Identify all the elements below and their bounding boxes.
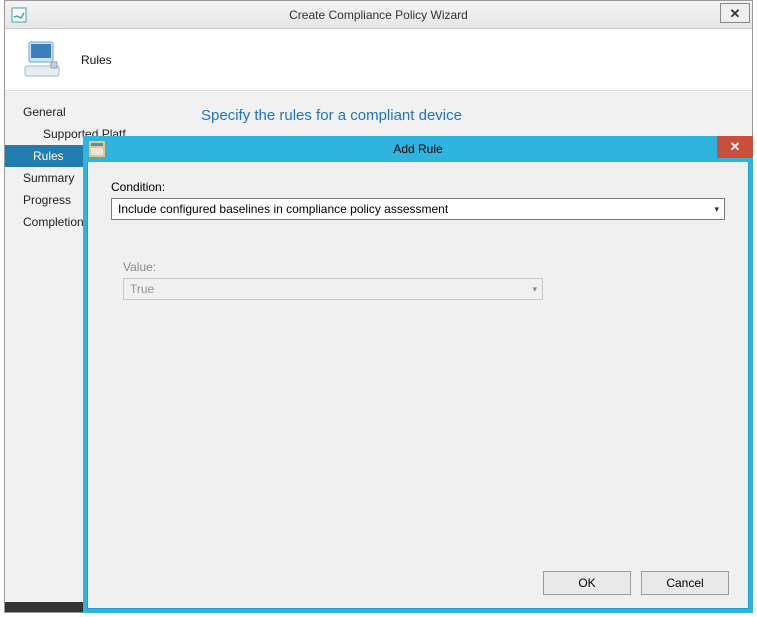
- dialog-button-row: OK Cancel: [543, 571, 729, 595]
- sidebar-item-label: Progress: [23, 193, 71, 207]
- wizard-title-icon: [11, 7, 27, 23]
- close-icon: ✕: [730, 7, 741, 20]
- computer-icon: [21, 36, 69, 84]
- sidebar-item-label: Summary: [23, 171, 74, 185]
- dialog-titlebar[interactable]: Add Rule ✕: [83, 136, 753, 162]
- condition-select[interactable]: Include configured baselines in complian…: [111, 198, 725, 220]
- dialog-title: Add Rule: [393, 142, 442, 156]
- value-block: Value: True ▾: [123, 260, 725, 300]
- cancel-button[interactable]: Cancel: [641, 571, 729, 595]
- value-label: Value:: [123, 260, 725, 274]
- wizard-close-button[interactable]: ✕: [720, 3, 750, 23]
- button-label: Cancel: [666, 576, 703, 590]
- sidebar-item-label: General: [23, 105, 66, 119]
- page-heading: Specify the rules for a compliant device: [201, 107, 732, 124]
- sidebar-item-label: Rules: [33, 149, 64, 163]
- add-rule-dialog: Add Rule ✕ Condition: Include configured…: [83, 136, 753, 613]
- sidebar-item-general[interactable]: General: [5, 101, 181, 123]
- wizard-titlebar[interactable]: Create Compliance Policy Wizard ✕: [5, 1, 752, 29]
- dialog-close-button[interactable]: ✕: [717, 136, 753, 158]
- wizard-header-label: Rules: [81, 53, 112, 67]
- dialog-app-icon: [89, 141, 105, 157]
- wizard-title: Create Compliance Policy Wizard: [289, 8, 468, 22]
- close-icon: ✕: [730, 139, 741, 155]
- button-label: OK: [578, 576, 595, 590]
- dialog-body: Condition: Include configured baselines …: [87, 162, 749, 300]
- condition-select-wrap: Include configured baselines in complian…: [111, 198, 725, 220]
- wizard-header: Rules: [5, 29, 752, 91]
- sidebar-item-label: Completion: [23, 215, 84, 229]
- value-select: True: [123, 278, 543, 300]
- condition-label: Condition:: [111, 180, 725, 194]
- value-select-wrap: True ▾: [123, 278, 543, 300]
- ok-button[interactable]: OK: [543, 571, 631, 595]
